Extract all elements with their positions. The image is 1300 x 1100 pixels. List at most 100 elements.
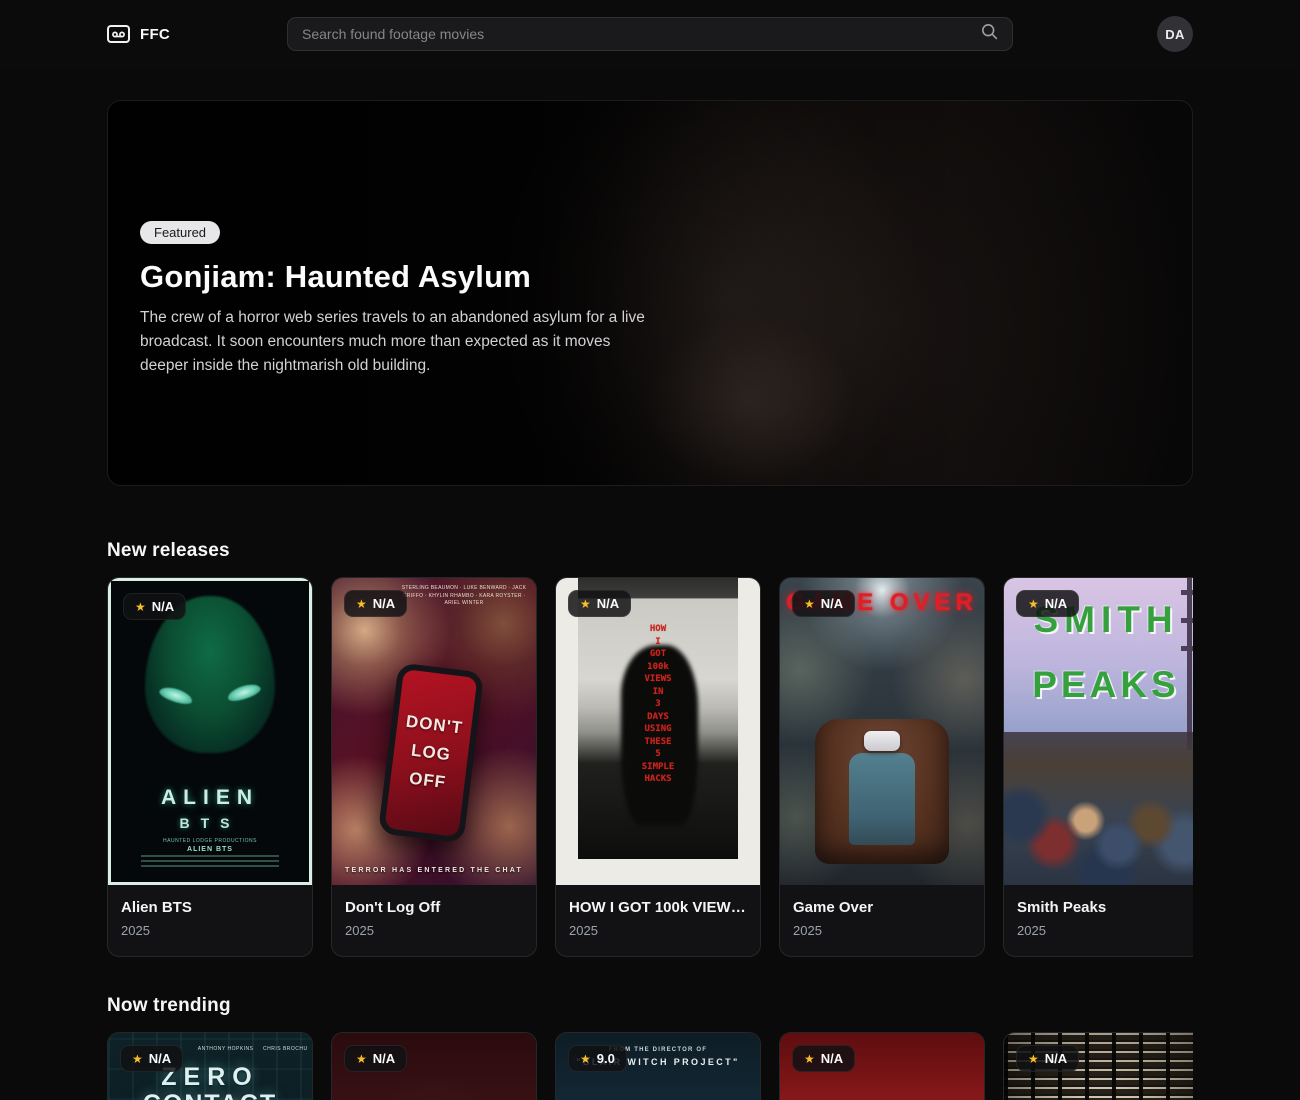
poster-title-text: HOW I GOT 100k VIEWS IN 3 DAYS USING THE…: [556, 624, 760, 784]
movie-title: Game Over: [793, 899, 971, 916]
movie-card[interactable]: ★ N/A: [1003, 1032, 1193, 1100]
star-icon: ★: [1028, 598, 1039, 610]
poster-art: ★ N/A: [780, 1033, 984, 1100]
movie-title: Don't Log Off: [345, 899, 523, 916]
poster-art: ★ N/A STERLING BEAUMON · LUKE BENWARD · …: [332, 578, 536, 885]
rating-badge: ★ N/A: [120, 1045, 183, 1072]
poster-title-text: CONTACT: [108, 1090, 312, 1100]
movie-year: 2025: [121, 923, 299, 938]
poster-cast-text: STERLING BEAUMON · LUKE BENWARD · JACK G…: [396, 585, 532, 608]
card-info: Don't Log Off 2025: [332, 885, 536, 956]
rating-badge: ★ N/A: [1016, 590, 1079, 617]
movie-year: 2025: [569, 923, 747, 938]
movie-card[interactable]: ★ N/A: [331, 1032, 537, 1100]
card-info: Alien BTS 2025: [108, 885, 312, 956]
vhs-cassette-icon: [107, 25, 130, 43]
rating-value: N/A: [821, 1051, 843, 1066]
rating-badge: ★ N/A: [568, 590, 631, 617]
hero-text-block: Featured Gonjiam: Haunted Asylum The cre…: [108, 101, 668, 378]
movie-year: 2025: [345, 923, 523, 938]
movie-title: HOW I GOT 100k VIEWS IN 3 DAYS USING THE…: [569, 899, 747, 916]
avatar-initials: DA: [1165, 27, 1184, 42]
movie-card[interactable]: ★ N/A GAME OVER Game Over 2025: [779, 577, 985, 957]
crowd-collage-art: [1004, 732, 1193, 886]
card-info: HOW I GOT 100k VIEWS IN 3 DAYS USING THE…: [556, 885, 760, 956]
star-icon: ★: [804, 1053, 815, 1065]
card-info: Smith Peaks 2025: [1004, 885, 1193, 956]
movie-card[interactable]: ★ 9.0 FROM THE DIRECTOR OF "BLAIR WITCH …: [555, 1032, 761, 1100]
search-input[interactable]: [302, 26, 971, 42]
rating-badge: ★ N/A: [344, 1045, 407, 1072]
movie-card[interactable]: ★ N/A ANTHONY HOPKINS CHRIS BROCHU ZERO …: [107, 1032, 313, 1100]
poster-title-text: BTS: [111, 815, 309, 831]
card-info: Game Over 2025: [780, 885, 984, 956]
hero-title: Gonjiam: Haunted Asylum: [140, 259, 668, 295]
app-logo-text: FFC: [140, 26, 170, 43]
star-icon: ★: [135, 601, 146, 613]
rating-badge: ★ N/A: [123, 593, 186, 620]
poster-art: ★ 9.0 FROM THE DIRECTOR OF "BLAIR WITCH …: [556, 1033, 760, 1100]
phone-art: DON'T LOG OFF: [378, 662, 484, 843]
poster-credit-text: HAUNTED LODGE PRODUCTIONS: [111, 838, 309, 844]
hero-description: The crew of a horror web series travels …: [140, 306, 645, 378]
star-icon: ★: [356, 598, 367, 610]
star-icon: ★: [804, 598, 815, 610]
rating-badge: ★ N/A: [792, 1045, 855, 1072]
pole-art: [1187, 578, 1192, 750]
movie-title: Smith Peaks: [1017, 899, 1193, 916]
search-icon: [981, 23, 998, 45]
poster-title-text: ALIEN: [111, 786, 309, 810]
featured-hero-banner[interactable]: Featured Gonjiam: Haunted Asylum The cre…: [107, 100, 1193, 486]
main-content: Featured Gonjiam: Haunted Asylum The cre…: [107, 100, 1193, 1100]
star-icon: ★: [1028, 1053, 1039, 1065]
app-logo[interactable]: FFC: [107, 25, 170, 43]
rating-value: N/A: [152, 599, 174, 614]
user-avatar[interactable]: DA: [1157, 16, 1193, 52]
movie-card[interactable]: ★ N/A SMITH PEAKS Smith Peaks 2025: [1003, 577, 1193, 957]
top-bar: FFC DA: [0, 0, 1300, 68]
poster-cast-text: ANTHONY HOPKINS: [198, 1045, 254, 1053]
rating-value: N/A: [821, 596, 843, 611]
rating-value: N/A: [373, 596, 395, 611]
movie-card[interactable]: ★ N/A STERLING BEAUMON · LUKE BENWARD · …: [331, 577, 537, 957]
rating-badge: ★ 9.0: [568, 1045, 627, 1072]
star-icon: ★: [356, 1053, 367, 1065]
rating-badge: ★ N/A: [344, 590, 407, 617]
movie-year: 2025: [1017, 923, 1193, 938]
movie-year: 2025: [793, 923, 971, 938]
rating-badge: ★ N/A: [792, 590, 855, 617]
seated-man-art: [849, 753, 914, 845]
poster-cast-text: CHRIS BROCHU: [263, 1045, 308, 1053]
rating-value: N/A: [1045, 1051, 1067, 1066]
rating-value: 9.0: [597, 1051, 615, 1066]
poster-title-text: DON'T: [405, 712, 464, 739]
poster-art: ★ N/A: [1004, 1033, 1193, 1100]
rating-badge: ★ N/A: [1016, 1045, 1079, 1072]
star-icon: ★: [132, 1053, 143, 1065]
poster-credits-block-art: [141, 855, 280, 868]
rating-value: N/A: [373, 1051, 395, 1066]
rating-value: N/A: [1045, 596, 1067, 611]
section-heading-new-releases: New releases: [107, 540, 1193, 562]
poster-title-text: OFF: [408, 769, 447, 793]
featured-badge: Featured: [140, 221, 220, 244]
poster-art: ★ N/A SMITH PEAKS: [1004, 578, 1193, 885]
poster-art: ★ N/A HOW I GOT 100k VIEWS IN 3 DAYS USI…: [556, 578, 760, 885]
search-bar: [287, 17, 1013, 51]
now-trending-row: ★ N/A ANTHONY HOPKINS CHRIS BROCHU ZERO …: [107, 1032, 1193, 1100]
new-releases-row: ★ N/A ALIEN BTS HAUNTED LODGE PRODUCTION…: [107, 577, 1193, 957]
movie-card[interactable]: ★ N/A ALIEN BTS HAUNTED LODGE PRODUCTION…: [107, 577, 313, 957]
poster-art: ★ N/A GAME OVER: [780, 578, 984, 885]
movie-card[interactable]: ★ N/A: [779, 1032, 985, 1100]
poster-title-text: LOG: [410, 741, 452, 766]
vr-headset-art: [864, 731, 901, 751]
poster-tagline-text: TERROR HAS ENTERED THE CHAT: [332, 867, 536, 874]
rating-value: N/A: [597, 596, 619, 611]
poster-credit-text: ALIEN BTS: [111, 846, 309, 853]
movie-title: Alien BTS: [121, 899, 299, 916]
star-icon: ★: [580, 1053, 591, 1065]
movie-card[interactable]: ★ N/A HOW I GOT 100k VIEWS IN 3 DAYS USI…: [555, 577, 761, 957]
poster-title-text: PEAKS: [1004, 664, 1193, 706]
rating-value: N/A: [149, 1051, 171, 1066]
star-icon: ★: [580, 598, 591, 610]
